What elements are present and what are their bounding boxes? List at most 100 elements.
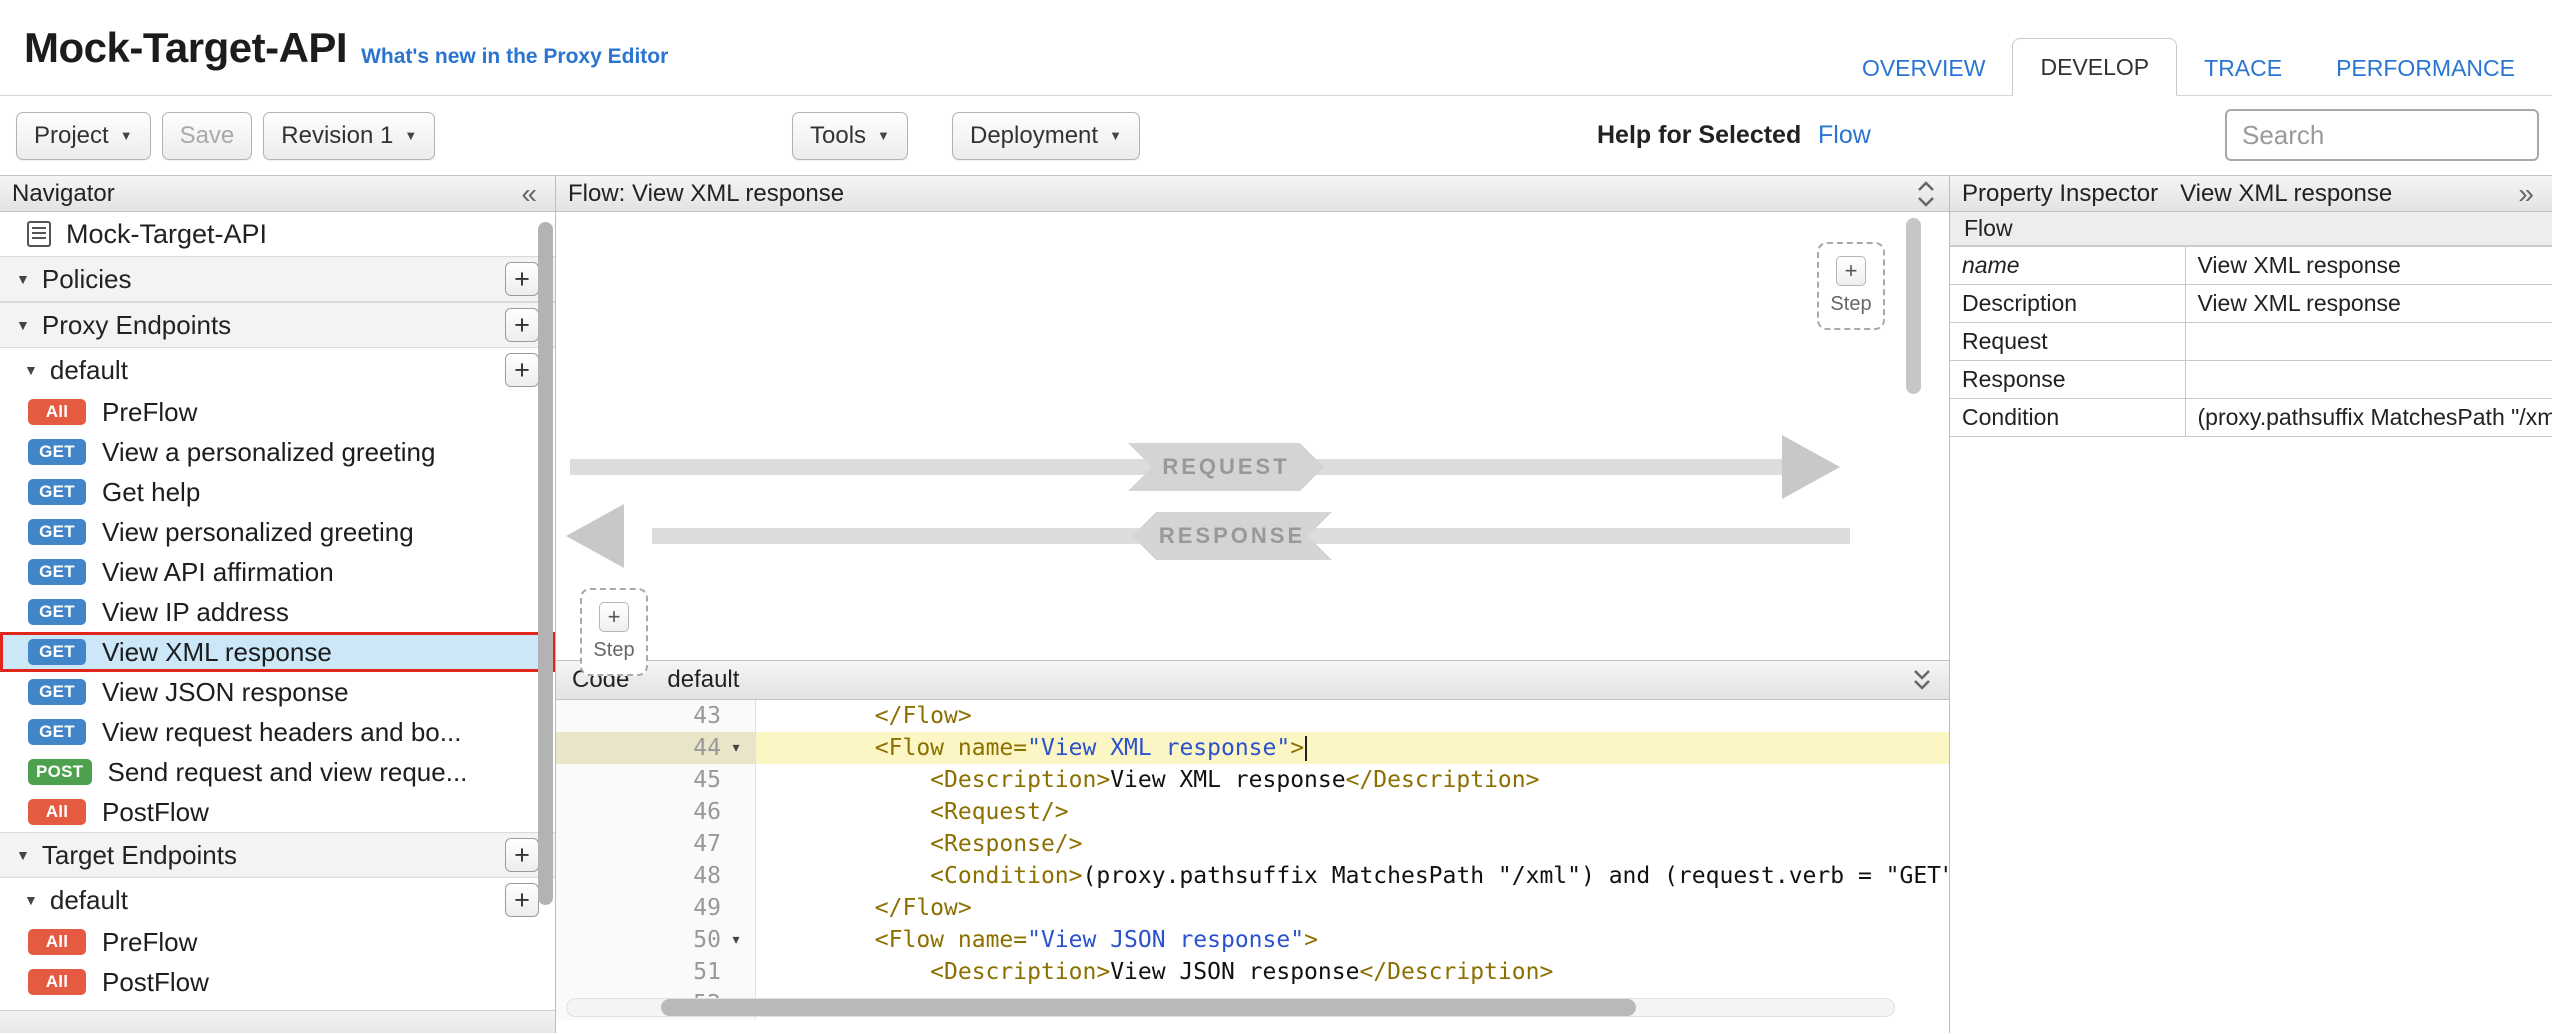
collapse-panel-icon[interactable]: «: [515, 178, 543, 210]
navigator-section-policies[interactable]: ▼ Policies +: [0, 256, 555, 302]
navigator-subsection-default[interactable]: ▼default+: [0, 878, 555, 922]
code-line-49[interactable]: 49 </Flow>: [556, 892, 1949, 924]
navigator-scrollbar[interactable]: [538, 222, 553, 1012]
property-value[interactable]: View XML response: [2185, 247, 2552, 285]
revision-button[interactable]: Revision 1▼: [263, 112, 435, 160]
code-line-45[interactable]: 45 <Description>View XML response</Descr…: [556, 764, 1949, 796]
disclosure-triangle-icon[interactable]: ▼: [16, 317, 30, 333]
code-line-50[interactable]: 50▾ <Flow name="View JSON response">: [556, 924, 1949, 956]
line-number-gutter: 48: [556, 860, 756, 892]
scrollbar-thumb[interactable]: [661, 999, 1636, 1016]
property-section-flow: Flow: [1950, 212, 2552, 246]
step-button-label: Step: [1830, 293, 1871, 316]
flow-label: PostFlow: [102, 797, 209, 828]
navigator-flow-view-a-personalized-greeting[interactable]: GET View a personalized greeting: [0, 432, 555, 472]
flow-panel-title: Flow: View XML response: [568, 180, 844, 208]
navigator-flow-view-api-affirmation[interactable]: GETView API affirmation: [0, 552, 555, 592]
navigator-flow-view-personalized-greeting[interactable]: GETView personalized greeting: [0, 512, 555, 552]
line-number-gutter: 46: [556, 796, 756, 828]
flow-panel-header: Flow: View XML response: [556, 176, 1949, 212]
method-badge-get: GET: [28, 679, 86, 705]
help-flow-link[interactable]: Flow: [1818, 121, 1871, 150]
navigator-flow-view-ip-address[interactable]: GETView IP address: [0, 592, 555, 632]
add-button[interactable]: +: [505, 838, 539, 872]
section-label: Policies: [42, 264, 132, 295]
tab-overview[interactable]: OVERVIEW: [1835, 40, 2013, 96]
flow-label: View IP address: [102, 597, 289, 628]
add-button[interactable]: +: [505, 262, 539, 296]
property-value[interactable]: View XML response: [2185, 285, 2552, 323]
collapse-editor-icon[interactable]: [1911, 665, 1933, 695]
scrollbar-thumb[interactable]: [1906, 218, 1921, 394]
expand-collapse-icon[interactable]: [1915, 179, 1937, 209]
flow-diagram-scrollbar[interactable]: [1906, 218, 1921, 654]
navigator-flow-view-request-headers-and-bo[interactable]: GET View request headers and bo...: [0, 712, 555, 752]
code-horizontal-scrollbar[interactable]: [566, 998, 1895, 1017]
add-button[interactable]: +: [505, 308, 539, 342]
deployment-button[interactable]: Deployment▼: [952, 112, 1140, 160]
property-label: Condition: [1950, 399, 2185, 437]
navigator-section-target-endpoints[interactable]: ▼Target Endpoints+: [0, 832, 555, 878]
property-value[interactable]: [2185, 361, 2552, 399]
flow-label: PreFlow: [102, 927, 197, 958]
save-button[interactable]: Save: [162, 112, 253, 160]
tools-button-label: Tools: [810, 122, 866, 150]
navigator-subsection-default[interactable]: ▼default+: [0, 348, 555, 392]
property-value[interactable]: [2185, 323, 2552, 361]
tab-performance[interactable]: PERFORMANCE: [2309, 40, 2542, 96]
code-line-46[interactable]: 46 <Request/>: [556, 796, 1949, 828]
tools-button[interactable]: Tools▼: [792, 112, 908, 160]
property-value[interactable]: (proxy.pathsuffix MatchesPath "/xml") an…: [2185, 399, 2552, 437]
whats-new-link[interactable]: What's new in the Proxy Editor: [361, 45, 668, 69]
fold-toggle-icon[interactable]: ▾: [721, 732, 751, 764]
navigator-flow-get-help[interactable]: GETGet help: [0, 472, 555, 512]
property-inspector-header: Property Inspector View XML response »: [1950, 176, 2552, 212]
code-text: <Flow name="View JSON response">: [756, 924, 1949, 956]
code-line-48[interactable]: 48 <Condition>(proxy.pathsuffix MatchesP…: [556, 860, 1949, 892]
header-tabs: OVERVIEWDEVELOPTRACEPERFORMANCE: [1835, 0, 2542, 95]
navigator-flow-postflow[interactable]: AllPostFlow: [0, 792, 555, 832]
search-input[interactable]: [2225, 109, 2539, 161]
method-badge-all: All: [28, 399, 86, 425]
method-badge-get: GET: [28, 439, 86, 465]
code-file-label: default: [667, 666, 739, 694]
method-badge-get: GET: [28, 719, 86, 745]
navigator-panel: Navigator « Mock-Target-API ▼Policies+▼P…: [0, 176, 556, 1033]
navigator-proxy-root[interactable]: Mock-Target-API: [0, 212, 555, 256]
navigator-flow-preflow[interactable]: AllPreFlow: [0, 922, 555, 962]
method-badge-get: GET: [28, 559, 86, 585]
navigator-flow-send-request-and-view-reque[interactable]: POSTSend request and view reque...: [0, 752, 555, 792]
add-button[interactable]: +: [505, 883, 539, 917]
scrollbar-thumb[interactable]: [538, 222, 553, 905]
main-panels: Navigator « Mock-Target-API ▼Policies+▼P…: [0, 175, 2552, 1033]
flow-label: View request headers and bo...: [102, 717, 461, 748]
tab-develop[interactable]: DEVELOP: [2012, 38, 2177, 96]
response-arrow-icon: [566, 504, 624, 568]
disclosure-triangle-icon[interactable]: ▼: [16, 847, 30, 863]
code-line-43[interactable]: 43 </Flow>: [556, 700, 1949, 732]
disclosure-triangle-icon[interactable]: ▼: [16, 271, 30, 287]
navigator-flow-view-json-response[interactable]: GETView JSON response: [0, 672, 555, 712]
revision-button-label: Revision 1: [281, 122, 393, 150]
navigator-flow-view-xml-response[interactable]: GETView XML response: [0, 632, 555, 672]
code-line-51[interactable]: 51 <Description>View JSON response</Desc…: [556, 956, 1949, 988]
code-editor[interactable]: 43 </Flow>44▾ <Flow name="View XML respo…: [556, 700, 1949, 1033]
navigator-flow-postflow[interactable]: AllPostFlow: [0, 962, 555, 1002]
disclosure-triangle-icon[interactable]: ▼: [24, 892, 38, 908]
code-text: <Response/>: [756, 828, 1949, 860]
disclosure-triangle-icon[interactable]: ▼: [24, 362, 38, 378]
tab-trace[interactable]: TRACE: [2177, 40, 2309, 96]
add-button[interactable]: +: [505, 353, 539, 387]
navigator-section-proxy-endpoints[interactable]: ▼Proxy Endpoints+: [0, 302, 555, 348]
expand-panel-icon[interactable]: »: [2512, 178, 2540, 210]
code-line-47[interactable]: 47 <Response/>: [556, 828, 1949, 860]
add-step-button-response[interactable]: + Step: [1817, 242, 1885, 330]
fold-toggle-icon[interactable]: ▾: [721, 924, 751, 956]
navigator-flow-preflow[interactable]: AllPreFlow: [0, 392, 555, 432]
app-header: Mock-Target-API What's new in the Proxy …: [0, 0, 2552, 96]
add-step-button-request[interactable]: + Step: [580, 588, 648, 676]
code-line-44[interactable]: 44▾ <Flow name="View XML response">: [556, 732, 1949, 764]
project-button[interactable]: Project▼: [16, 112, 151, 160]
line-number-gutter: 47: [556, 828, 756, 860]
flow-label: View a personalized greeting: [102, 437, 435, 468]
